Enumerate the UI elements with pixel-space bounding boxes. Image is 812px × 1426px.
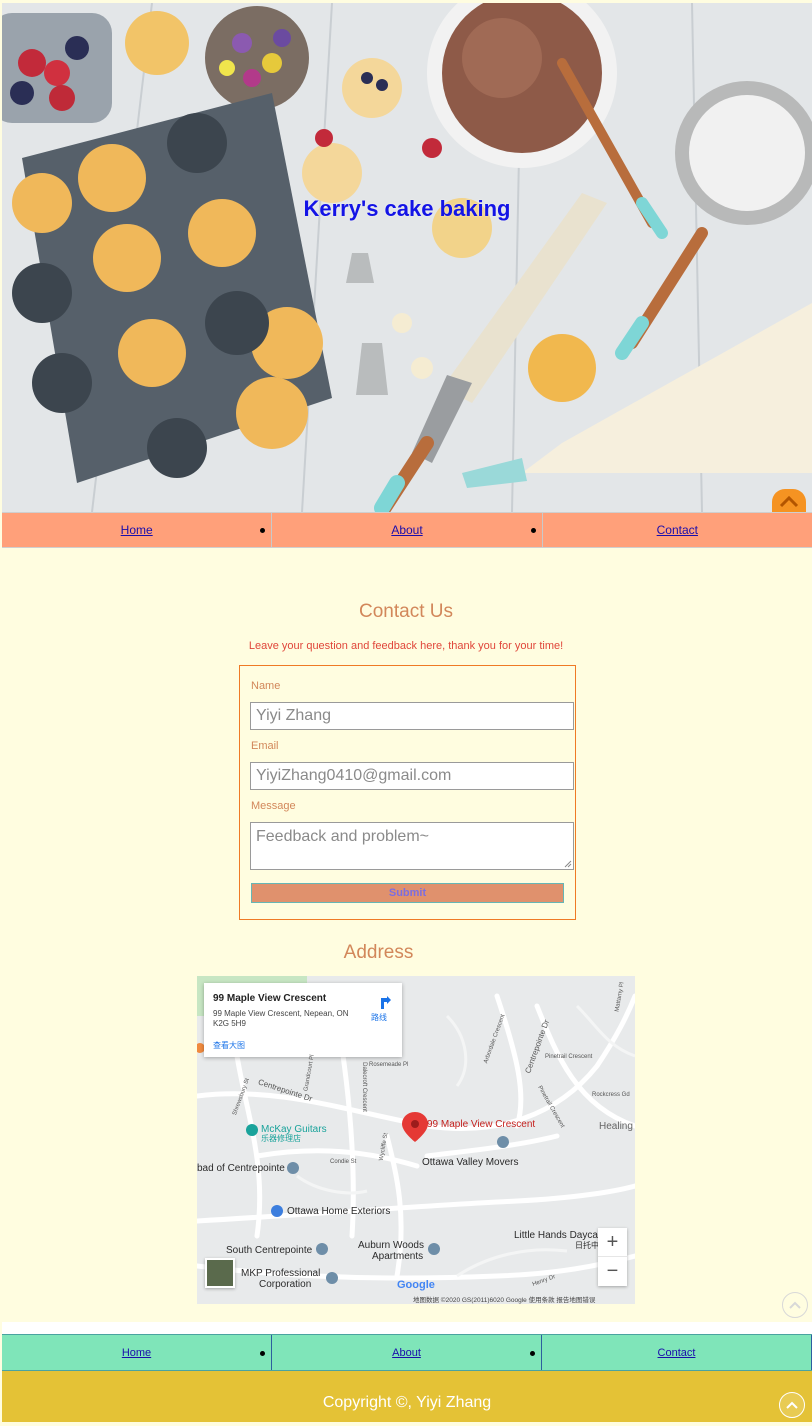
hero-banner: Kerry's cake baking <box>2 3 812 512</box>
copyright-text: Copyright ©, Yiyi Zhang <box>322 1394 492 1411</box>
nav-item-about: About <box>272 1335 542 1370</box>
map-footer: 地图数据 ©2020 GS(2011)6020 Google 使用条款 报告地图… <box>413 1297 596 1304</box>
nav-link-home[interactable]: Home <box>121 523 153 537</box>
directions-link[interactable]: 路线 <box>371 1012 387 1023</box>
street-rockcress: Rockcress Gd <box>592 1092 630 1098</box>
place-mkp-2: Corporation <box>259 1279 312 1290</box>
address-heading: Address <box>343 942 414 963</box>
directions-icon[interactable] <box>378 995 394 1011</box>
google-map[interactable]: 99 Maple View Crescent 99 Maple View Cre… <box>197 976 635 1304</box>
nav-item-contact: Contact <box>542 1335 812 1370</box>
message-field[interactable]: Feedback and problem~ <box>250 822 574 870</box>
place-ottawa-valley[interactable]: Ottawa Valley Movers <box>422 1157 519 1168</box>
resize-handle-icon[interactable] <box>564 860 572 868</box>
nav-bullet <box>530 528 536 533</box>
hero-image <box>2 3 812 512</box>
street-pinetrail: Pinetrail Crescent <box>545 1054 593 1060</box>
contact-heading: Contact Us <box>359 601 453 622</box>
submit-button[interactable]: Submit <box>251 883 564 903</box>
nav-link-contact[interactable]: Contact <box>657 523 698 537</box>
chevron-up-icon <box>779 496 799 508</box>
nav-item-contact: Contact <box>543 513 812 547</box>
back-to-top-button-footer[interactable] <box>779 1392 805 1418</box>
place-ottawa-home[interactable]: Ottawa Home Exteriors <box>287 1206 390 1217</box>
nav-link-about[interactable]: About <box>392 1347 421 1359</box>
marker-label: 99 Maple View Crescent <box>427 1119 536 1130</box>
bottom-nav: Home About Contact <box>2 1334 812 1371</box>
map-card-address: 99 Maple View Crescent, Nepean, ON K2G 5… <box>213 1009 349 1028</box>
nav-bullet <box>260 528 266 533</box>
nav-item-home: Home <box>2 513 273 547</box>
message-label: Message <box>251 800 296 812</box>
place-south-centrepointe: South Centrepointe <box>226 1245 313 1256</box>
name-label: Name <box>251 680 281 692</box>
street-dalecroft: Dalecroft Crescent <box>360 1062 367 1112</box>
map-info-card: 99 Maple View Crescent 99 Maple View Cre… <box>204 983 402 1057</box>
nav-item-about: About <box>272 513 543 547</box>
place-healing: Healing <box>599 1121 633 1132</box>
contact-form: Name Email Message Feedback and problem~… <box>239 665 576 920</box>
view-larger-map-link[interactable]: 查看大图 <box>213 1040 245 1051</box>
divider <box>2 1322 812 1334</box>
message-placeholder: Feedback and problem~ <box>256 828 429 845</box>
chevron-up-icon <box>786 1401 798 1409</box>
site-title: Kerry's cake baking <box>303 196 511 221</box>
chevron-up-icon <box>789 1301 801 1309</box>
contact-subtitle: Leave your question and feedback here, t… <box>248 640 564 652</box>
zoom-in-button[interactable]: + <box>598 1228 627 1257</box>
zoom-control: + − <box>598 1228 627 1286</box>
back-to-top-button-faded[interactable] <box>782 1292 808 1318</box>
page-footer: Copyright ©, Yiyi Zhang <box>2 1371 812 1422</box>
map-card-title: 99 Maple View Crescent <box>213 993 327 1004</box>
place-little-hands-cn: 日托中 <box>575 1241 599 1250</box>
nav-bullet <box>530 1350 535 1356</box>
nav-link-about[interactable]: About <box>391 523 422 537</box>
place-centrepointe: bad of Centrepointe <box>197 1163 285 1174</box>
nav-bullet <box>260 1350 265 1356</box>
name-field[interactable] <box>250 702 574 730</box>
place-auburn[interactable]: Auburn Woods <box>358 1240 424 1251</box>
place-mkp[interactable]: MKP Professional <box>241 1268 320 1279</box>
place-auburn-2: Apartments <box>372 1251 424 1262</box>
nav-link-home[interactable]: Home <box>122 1347 151 1359</box>
email-label: Email <box>251 740 279 752</box>
zoom-out-button[interactable]: − <box>598 1257 627 1286</box>
top-nav: Home About Contact <box>2 512 812 548</box>
satellite-toggle[interactable] <box>205 1258 235 1288</box>
street-rosemeade: Rosemeade Pl <box>369 1062 409 1068</box>
google-logo: Google <box>397 1279 435 1291</box>
nav-item-home: Home <box>2 1335 272 1370</box>
street-condie: Condie St <box>330 1159 357 1165</box>
nav-link-contact[interactable]: Contact <box>658 1347 696 1359</box>
back-to-top-button[interactable] <box>772 489 806 512</box>
place-mckay-cn: 乐器修理店 <box>261 1134 301 1143</box>
email-field[interactable] <box>250 762 574 790</box>
